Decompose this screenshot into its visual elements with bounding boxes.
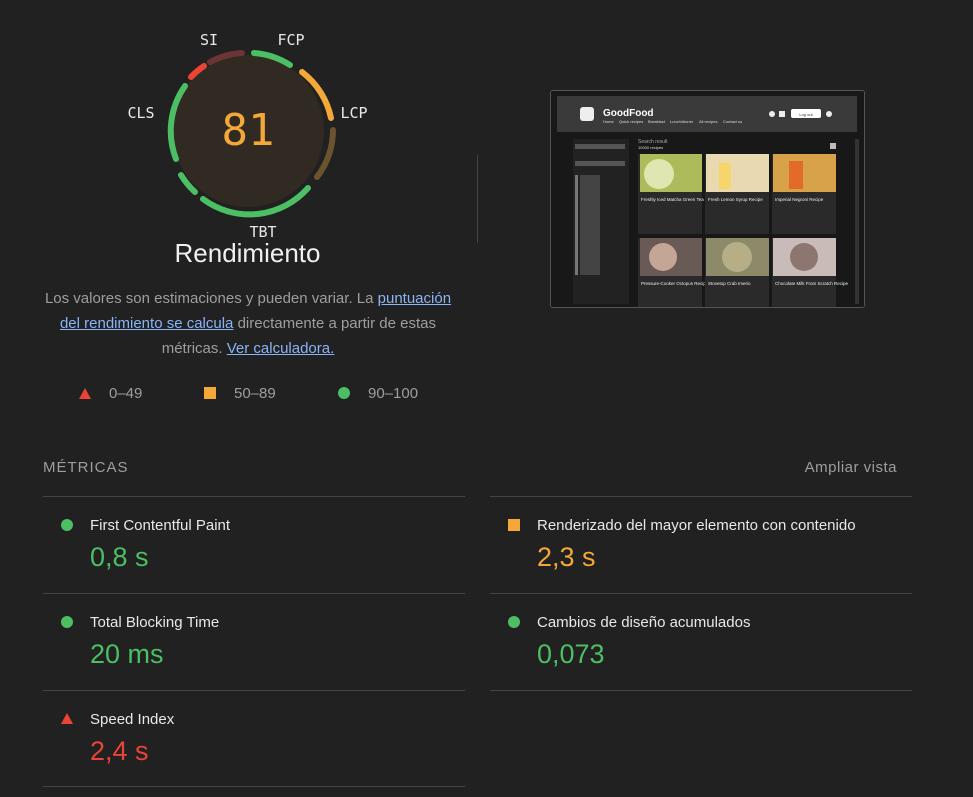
metric-value: 0,8 s [90,542,149,572]
legend-average: 50–89 [204,384,276,402]
nav-lunch: Lunch/dinner [670,119,694,124]
performance-gauge: 81 SI FCP LCP TBT CLS [118,20,378,250]
metric-name: First Contentful Paint [90,517,231,534]
triangle-icon [61,713,73,724]
nav-breakfast: Breakfast [648,119,666,124]
metric-fcp: First Contentful Paint 0,8 s [43,496,465,593]
final-screenshot[interactable]: GoodFood Home Quick recipes Breakfast Lu… [550,90,865,308]
si-label: SI [200,31,218,49]
calculator-link[interactable]: Ver calculadora. [227,340,335,357]
expand-view-toggle[interactable]: Ampliar vista [805,459,897,476]
metric-tbt: Total Blocking Time 20 ms [43,593,465,690]
metrics-title: MÉTRICAS [43,459,129,476]
square-icon [204,387,216,399]
metric-name: Cambios de diseño acumulados [537,614,751,631]
nav-contact: Contact us [723,119,742,124]
cls-label: CLS [127,104,154,122]
card-title: Imperial Negroni Recipe [775,197,824,202]
legend-poor: 0–49 [79,384,142,402]
metric-value: 2,4 s [90,736,149,766]
metric-lcp: Renderizado del mayor elemento con conte… [490,496,912,593]
logo-icon [580,107,594,121]
circle-icon [61,519,73,531]
lcp-label: LCP [340,104,367,122]
square-icon [508,519,520,531]
divider [43,786,465,787]
metric-value: 20 ms [90,639,164,669]
score-description: Los valores son estimaciones y pueden va… [38,286,458,361]
recipe-card: Imperial Negroni Recipe [772,154,836,234]
nav-quick: Quick recipes [619,119,643,124]
metric-name: Speed Index [90,711,175,728]
logout-label: Log out [799,112,813,117]
metric-name: Renderizado del mayor elemento con conte… [537,517,856,534]
metric-cls: Cambios de diseño acumulados 0,073 [490,593,912,690]
grid-view-icon [830,143,836,149]
circle-icon [508,616,520,628]
description-text: Los valores son estimaciones y pueden va… [44,290,378,307]
circle-icon [61,616,73,628]
legend-good: 90–100 [338,384,418,402]
card-title: Chocolate Milk From Scratch Recipe [775,281,849,286]
recipe-card: Fresh Lemon Syrup Recipe [705,154,769,234]
metric-si: Speed Index 2,4 s [43,690,465,786]
circle-icon [338,387,350,399]
user-icon [769,111,775,117]
metric-name: Total Blocking Time [90,614,220,631]
metric-divider [490,690,912,691]
metric-value: 2,3 s [537,542,596,572]
performance-score: 81 [222,105,275,156]
triangle-icon [79,387,91,399]
metric-value: 0,073 [537,639,605,669]
category-title: Rendimiento [174,238,321,268]
recipe-card: Pressure-Cooker Octopus Recipe [638,238,709,307]
card-title: Pressure-Cooker Octopus Recipe [641,281,709,286]
edit-icon [779,111,785,117]
recipe-card: Stovetop Crab Imerio [705,238,769,307]
card-title: Stovetop Crab Imerio [708,281,751,286]
result-count: 10000 recipes [638,145,663,150]
brand-name: GoodFood [603,108,654,119]
nav-home: Home [603,119,614,124]
card-title: Fresh Lemon Syrup Recipe [708,197,763,202]
divider [477,155,478,243]
nav-all: All recipes [699,119,717,124]
settings-icon [826,111,832,117]
fcp-label: FCP [277,31,304,49]
